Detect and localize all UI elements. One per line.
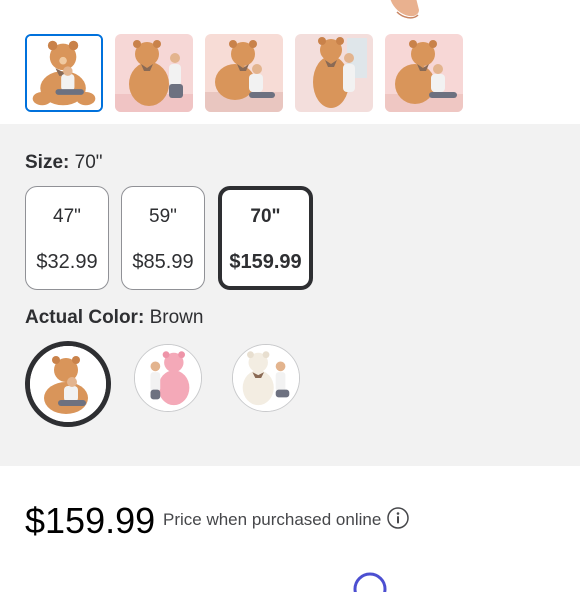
info-icon[interactable] — [387, 507, 409, 529]
bear-photo-icon — [115, 34, 193, 112]
size-option-label: Size: — [25, 152, 70, 173]
size-choice-price: $85.99 — [132, 251, 194, 273]
color-option-heading: Actual Color: Brown — [25, 307, 203, 329]
size-choice-price: $32.99 — [36, 251, 98, 273]
price-note: Price when purchased online — [163, 510, 382, 529]
pink-bear-swatch-icon — [135, 345, 201, 411]
white-bear-swatch-icon — [233, 345, 299, 411]
size-choice-size: 70" — [250, 206, 281, 227]
size-option-selected-value: 70" — [74, 152, 103, 173]
size-choice-size: 59" — [149, 206, 177, 227]
partial-circle-icon — [353, 572, 387, 592]
bear-photo-icon — [385, 34, 463, 112]
bear-photo-icon — [205, 34, 283, 112]
thumbnail-2[interactable] — [115, 34, 193, 112]
size-choice-size: 47" — [53, 206, 81, 227]
bear-photo-icon — [295, 34, 373, 112]
size-option-heading: Size: 70" — [25, 152, 103, 174]
thumbnail-5[interactable] — [385, 34, 463, 112]
hero-image-bottom — [0, 0, 580, 28]
size-choice-price: $159.99 — [229, 251, 302, 273]
thumbnail-4[interactable] — [295, 34, 373, 112]
current-price: $159.99 — [25, 500, 156, 541]
variant-options-panel: Size: 70" 47" $32.99 59" $85.99 70" $159… — [0, 124, 580, 466]
size-choice-47[interactable]: 47" $32.99 — [25, 186, 109, 290]
bear-photo-icon — [27, 36, 101, 110]
size-choice-59[interactable]: 59" $85.99 — [121, 186, 205, 290]
color-swatch-white[interactable] — [232, 344, 300, 412]
color-option-label: Actual Color: — [25, 307, 145, 328]
color-swatch-brown[interactable] — [25, 341, 111, 427]
brown-bear-swatch-icon — [30, 346, 106, 422]
color-swatch-pink[interactable] — [134, 344, 202, 412]
thumbnail-3[interactable] — [205, 34, 283, 112]
color-option-selected-value: Brown — [149, 307, 204, 328]
thumbnail-1[interactable] — [25, 34, 103, 112]
hero-foot-illustration — [390, 0, 419, 19]
size-choice-70[interactable]: 70" $159.99 — [218, 186, 313, 290]
